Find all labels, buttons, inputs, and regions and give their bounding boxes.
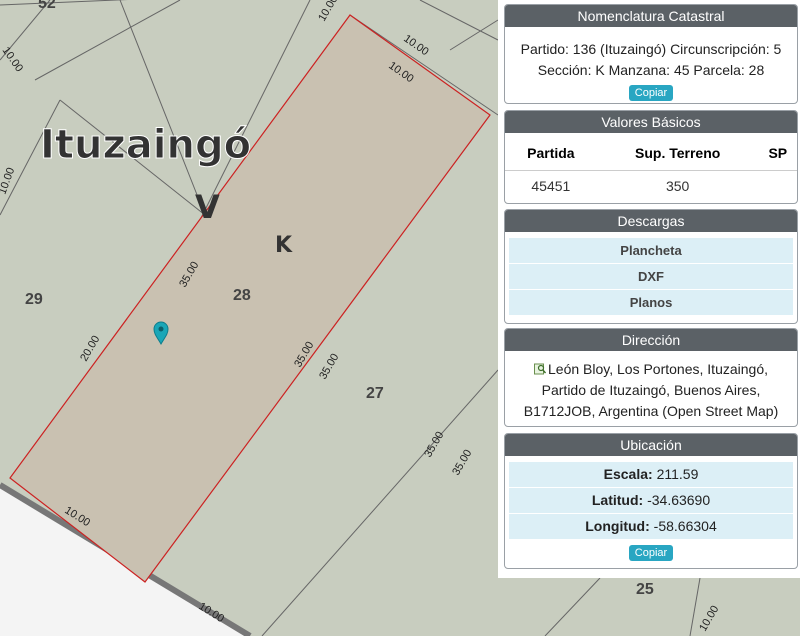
address-line1: León Bloy, Los Portones, Ituzaingó,	[548, 361, 768, 377]
copy-ubicacion-button[interactable]: Copiar	[628, 545, 674, 561]
table-header: Partida	[505, 133, 597, 171]
nomenclatura-card: Nomenclatura Catastral Partido: 136 (Itu…	[504, 4, 798, 104]
direccion-title: Dirección	[505, 329, 797, 351]
nomenclatura-line1: Partido: 136 (Ituzaingó) Circunscripción…	[520, 41, 782, 57]
map-search-icon	[534, 363, 546, 375]
ubicacion-card: Ubicación Escala: 211.59 Latitud: -34.63…	[504, 433, 798, 569]
direccion-card: Dirección León Bloy, Los Portones, Ituza…	[504, 328, 798, 427]
valores-table: Partida Sup. Terreno SP 45451 350	[505, 133, 797, 201]
address-line2: Partido de Ituzaingó, Buenos Aires,	[541, 382, 761, 398]
table-header: Sup. Terreno	[596, 133, 759, 171]
section-label: K	[275, 233, 293, 258]
nomenclatura-line2: Sección: K Manzana: 45 Parcela: 28	[537, 62, 765, 78]
descargas-title: Descargas	[505, 210, 797, 232]
longitud-value: -58.66304	[653, 518, 717, 534]
download-plancheta-link[interactable]: Plancheta	[509, 238, 793, 264]
copy-nomenclatura-button[interactable]: Copiar	[628, 85, 674, 101]
table-cell: 350	[665, 178, 690, 194]
escala-value: 211.59	[656, 466, 699, 482]
escala-label: Escala:	[603, 466, 653, 482]
locality-label: Ituzaingó	[40, 122, 251, 168]
latitud-value: -34.63690	[647, 492, 711, 508]
latitud-label: Latitud:	[591, 492, 644, 508]
download-dxf-link[interactable]: DXF	[509, 264, 793, 290]
circ-label: V	[195, 188, 220, 226]
valores-card: Valores Básicos Partida Sup. Terreno SP …	[504, 110, 798, 204]
latitud-row: Latitud: -34.63690	[509, 488, 793, 514]
longitud-row: Longitud: -58.66304	[509, 514, 793, 540]
info-panel: Nomenclatura Catastral Partido: 136 (Itu…	[498, 0, 800, 578]
table-cell	[759, 171, 797, 202]
lot-number-52: 52	[38, 0, 56, 12]
address-line3: B1712JOB, Argentina (Open Street Map)	[523, 403, 779, 419]
nomenclatura-title: Nomenclatura Catastral	[505, 5, 797, 27]
lot-number-27: 27	[366, 385, 384, 402]
lot-number-29: 29	[25, 291, 43, 308]
valores-title: Valores Básicos	[505, 111, 797, 133]
table-row: 45451 350	[505, 171, 797, 202]
table-cell: 45451	[531, 178, 571, 194]
lot-number-25: 25	[636, 581, 654, 598]
escala-row: Escala: 211.59	[509, 462, 793, 488]
lot-number-28: 28	[233, 287, 251, 304]
longitud-label: Longitud:	[585, 518, 650, 534]
download-planos-link[interactable]: Planos	[509, 290, 793, 316]
descargas-card: Descargas Plancheta DXF Planos	[504, 209, 798, 324]
table-header: SP	[758, 133, 797, 171]
ubicacion-title: Ubicación	[505, 434, 797, 456]
